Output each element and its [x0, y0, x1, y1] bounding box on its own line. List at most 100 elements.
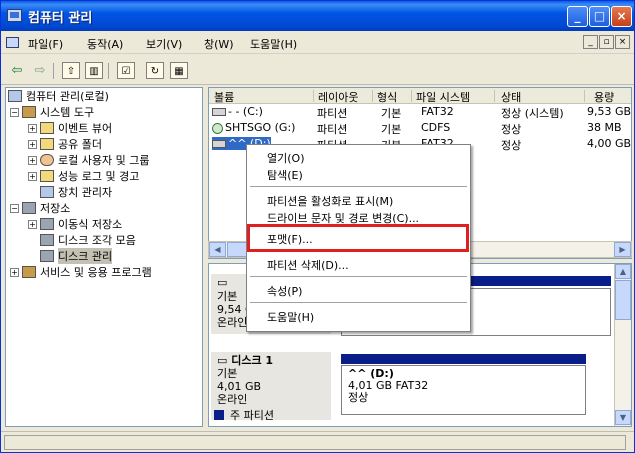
menu-item-mark-active[interactable]: 파티션을 활성화로 표시(M) [267, 193, 393, 209]
toolbar: ⇦ ⇨ ⇧ ▥ ☑ ↻ ▦ [1, 58, 634, 85]
mdi-minimize-button[interactable]: _ [583, 35, 598, 49]
tree-item-label: 컴퓨터 관리(로컬) [26, 90, 109, 103]
close-button[interactable]: × [611, 6, 632, 27]
column-divider[interactable] [584, 90, 585, 102]
collapse-icon[interactable]: − [10, 107, 19, 117]
mdi-close-button[interactable]: × [615, 35, 630, 49]
tree-item-shared-folders[interactable]: + 공유 폴더 [28, 136, 102, 152]
menu-item-explore[interactable]: 탐색(E) [267, 167, 303, 183]
expand-icon[interactable]: + [28, 155, 37, 165]
tree-item-system-tools[interactable]: − 시스템 도구 [10, 104, 94, 120]
volume-status: 정상 [501, 139, 522, 152]
tree-item-label: 서비스 및 응용 프로그램 [40, 266, 152, 279]
device-manager-icon [40, 186, 54, 198]
column-header-capacity[interactable]: 용량 [594, 89, 614, 105]
column-header-layout[interactable]: 레이아웃 [318, 89, 358, 105]
menu-separator [250, 276, 467, 277]
menu-file[interactable]: 파일(F) [28, 36, 63, 52]
column-divider[interactable] [313, 90, 314, 102]
menu-item-help[interactable]: 도움말(H) [267, 309, 314, 325]
maximize-button[interactable]: □ [589, 6, 610, 27]
toolbar-separator [53, 63, 54, 79]
partition-d[interactable]: ^^ (D:) 4,01 GB FAT32 정상 [341, 365, 586, 415]
menu-item-properties[interactable]: 속성(P) [267, 283, 302, 299]
back-icon[interactable]: ⇦ [8, 62, 26, 79]
column-header-type[interactable]: 형식 [377, 89, 397, 105]
show-hide-tree-icon[interactable]: ▥ [85, 62, 103, 79]
volume-file-system: FAT32 [421, 105, 454, 118]
tree-item-label: 이벤트 뷰어 [58, 122, 113, 135]
menu-help[interactable]: 도움말(H) [250, 36, 297, 52]
console-tree: 컴퓨터 관리(로컬) − 시스템 도구 + 이벤트 뷰어 + 공유 폴더 + 로… [5, 87, 203, 427]
minimize-button[interactable]: _ [567, 6, 588, 27]
column-divider[interactable] [411, 90, 412, 102]
volume-layout: 파티션 [317, 123, 348, 136]
menu-item-open[interactable]: 열기(O) [267, 150, 304, 166]
shared-folder-icon [40, 138, 54, 150]
tree-item-storage[interactable]: − 저장소 [10, 200, 70, 216]
expand-icon[interactable]: + [28, 219, 37, 229]
volume-list-header: 볼륨 레이아웃 형식 파일 시스템 상태 용량 [209, 88, 631, 105]
tree-item-disk-defragmenter[interactable]: 디스크 조각 모음 [40, 232, 136, 248]
scroll-right-icon[interactable]: ▶ [614, 242, 631, 257]
column-header-volume[interactable]: 볼륨 [214, 89, 234, 105]
up-folder-icon[interactable]: ⇧ [62, 62, 80, 79]
expand-icon[interactable]: + [10, 267, 19, 277]
tree-item-computer-management[interactable]: 컴퓨터 관리(로컬) [8, 88, 109, 104]
status-bar [1, 431, 634, 452]
tree-item-disk-management[interactable]: 디스크 관리 [40, 248, 113, 264]
menu-item-delete-partition[interactable]: 파티션 삭제(D)... [267, 257, 349, 273]
format-highlight-box [247, 224, 469, 252]
scroll-down-icon[interactable]: ▼ [615, 410, 631, 425]
expand-icon[interactable]: + [28, 171, 37, 181]
menu-window[interactable]: 창(W) [204, 36, 234, 52]
graph-scrollbar[interactable]: ▲ ▼ [614, 264, 631, 426]
title-bar[interactable]: 컴퓨터 관리 _ □ × [1, 1, 634, 31]
tools-icon [22, 106, 36, 118]
column-divider[interactable] [372, 90, 373, 102]
volume-capacity: 9,53 GB [587, 105, 632, 118]
scroll-up-icon[interactable]: ▲ [615, 264, 631, 279]
menu-view[interactable]: 보기(V) [146, 36, 182, 52]
tree-item-performance-logs[interactable]: + 성능 로그 및 경고 [28, 168, 139, 184]
partition-bar [341, 354, 586, 364]
column-header-status[interactable]: 상태 [501, 89, 521, 105]
storage-icon [22, 202, 36, 214]
tree-item-services-applications[interactable]: + 서비스 및 응용 프로그램 [10, 264, 152, 280]
tree-item-removable-storage[interactable]: + 이동식 저장소 [28, 216, 122, 232]
expand-icon[interactable]: + [28, 123, 37, 133]
column-header-file-system[interactable]: 파일 시스템 [416, 89, 470, 105]
drive-icon [212, 108, 226, 116]
menu-bar: 파일(F) 동작(A) 보기(V) 창(W) 도움말(H) _ ▫ × [1, 32, 634, 54]
scroll-left-icon[interactable]: ◀ [209, 242, 226, 257]
tree-item-event-viewer[interactable]: + 이벤트 뷰어 [28, 120, 112, 136]
volume-row[interactable]: SHTSGO (G:) 파티션 기본 CDFS 정상 38 MB [209, 120, 631, 136]
partition-status: 정상 [348, 391, 369, 404]
tree-item-local-users-groups[interactable]: + 로컬 사용자 및 그룹 [28, 152, 149, 168]
removable-storage-icon [40, 218, 54, 230]
volume-row[interactable]: - - (C:) 파티션 기본 FAT32 정상 (시스템) 9,53 GB [209, 104, 632, 120]
menu-separator [250, 302, 467, 303]
refresh-icon[interactable]: ↻ [146, 62, 164, 79]
computer-management-window: 컴퓨터 관리 _ □ × 파일(F) 동작(A) 보기(V) 창(W) 도움말(… [0, 0, 635, 453]
services-icon [22, 266, 36, 278]
partition-legend: 주 파티션 [214, 407, 274, 423]
mdi-restore-button[interactable]: ▫ [599, 35, 614, 49]
disk-kind: 기본 [217, 367, 238, 380]
expand-icon[interactable]: + [28, 139, 37, 149]
export-icon[interactable]: ▦ [170, 62, 188, 79]
computer-icon [8, 90, 22, 102]
scrollbar-thumb[interactable] [615, 280, 631, 320]
menu-action[interactable]: 동작(A) [87, 36, 123, 52]
volume-name: SHTSGO (G:) [212, 121, 295, 134]
primary-partition-swatch [214, 410, 224, 420]
forward-icon[interactable]: ⇨ [31, 62, 49, 79]
computer-management-icon [7, 9, 22, 22]
performance-icon [40, 170, 54, 182]
tree-item-device-manager[interactable]: 장치 관리자 [40, 184, 112, 200]
tree-item-label: 이동식 저장소 [58, 218, 123, 231]
properties-icon[interactable]: ☑ [117, 62, 135, 79]
column-divider[interactable] [494, 90, 495, 102]
cd-drive-icon [212, 122, 223, 134]
collapse-icon[interactable]: − [10, 203, 19, 213]
